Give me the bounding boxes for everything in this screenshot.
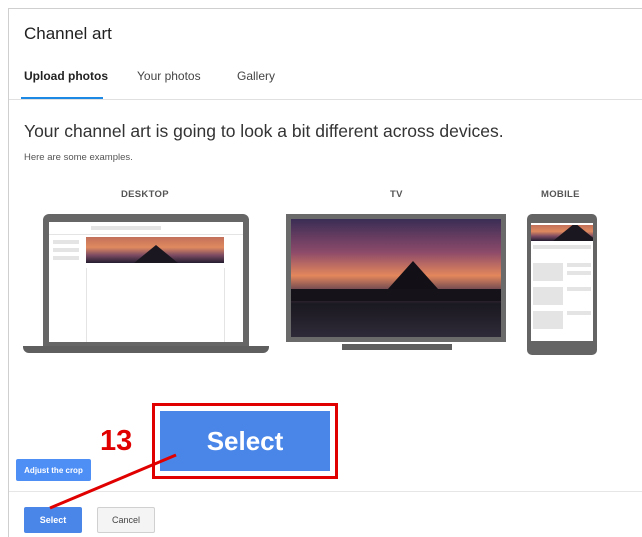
- annotation-arrow-icon: [49, 453, 177, 510]
